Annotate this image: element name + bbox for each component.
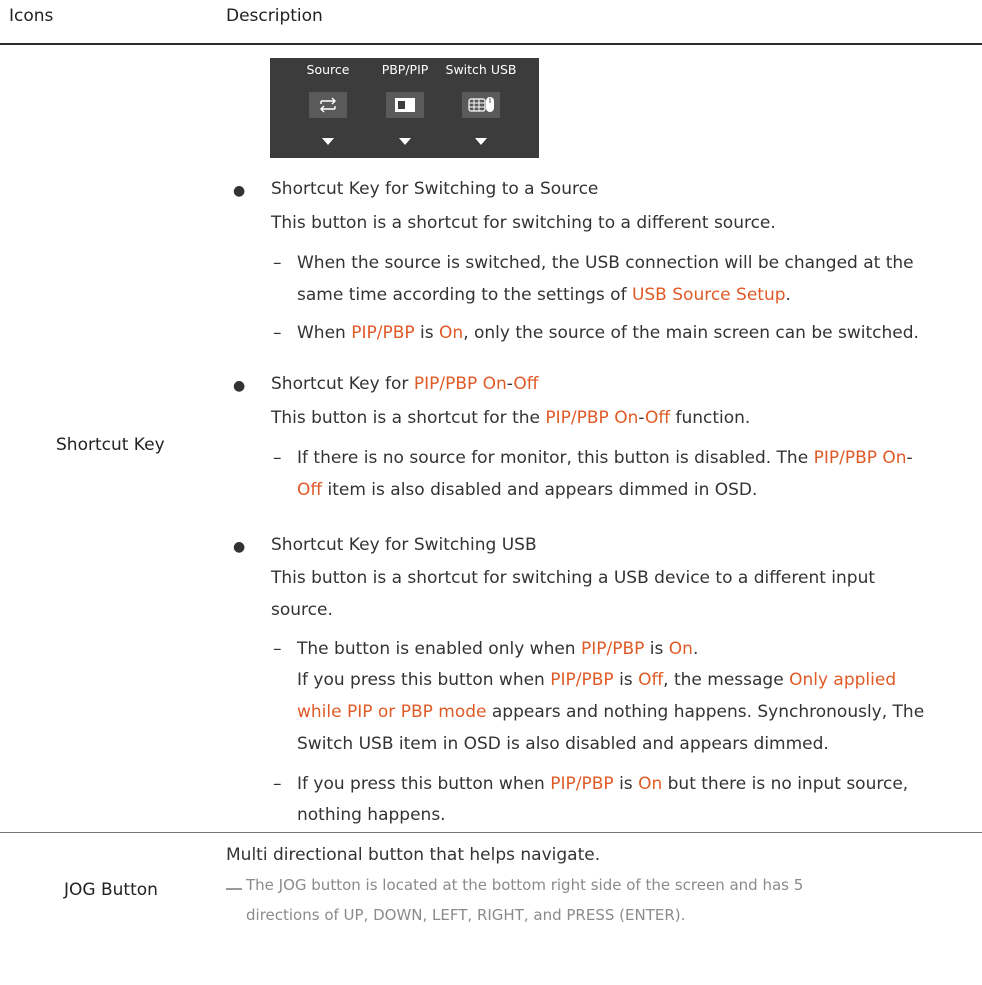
dash-icon: –: [273, 639, 282, 659]
column-header-description: Description: [226, 6, 323, 26]
bullet-description: This button is a shortcut for switching …: [271, 213, 776, 233]
note-line: Off item is also disabled and appears di…: [297, 480, 758, 500]
bullet-title: Shortcut Key for Switching USB: [271, 535, 537, 555]
column-header-icons: Icons: [9, 6, 54, 26]
osd-switch-usb-label: Switch USB: [445, 62, 517, 77]
note-line: nothing happens.: [297, 805, 446, 825]
note-line: Switch USB item in OSD is also disabled …: [297, 734, 829, 754]
note-line: When PIP/PBP is On, only the source of t…: [297, 323, 919, 343]
bullet-icon: ●: [233, 539, 246, 555]
bullet-title: Shortcut Key for Switching to a Source: [271, 179, 599, 199]
source-switch-icon: [309, 92, 347, 118]
row-label-jog-button: JOG Button: [64, 880, 158, 900]
switch-usb-icon: [462, 92, 500, 118]
jog-description: Multi directional button that helps navi…: [226, 845, 601, 865]
dash-icon: –: [273, 253, 282, 273]
note-line: If you press this button when PIP/PBP is…: [297, 774, 913, 794]
chevron-down-icon: [475, 138, 487, 145]
osd-shortcut-panel: Source PBP/PIP Switch USB: [270, 58, 539, 158]
row-divider: [0, 832, 982, 833]
bullet-description: This button is a shortcut for the PIP/PB…: [271, 408, 751, 428]
osd-switch-usb: Switch USB: [436, 58, 526, 158]
dash-icon: –: [273, 323, 282, 343]
note-line: If there is no source for monitor, this …: [297, 448, 913, 468]
bullet-icon: ●: [233, 183, 246, 199]
chevron-down-icon: [322, 138, 334, 145]
jog-note: The JOG button is located at the bottom …: [246, 876, 804, 894]
note-icon: [226, 888, 242, 890]
note-line: When the source is switched, the USB con…: [297, 253, 914, 273]
bullet-description: source.: [271, 600, 333, 620]
jog-note: directions of UP, DOWN, LEFT, RIGHT, and…: [246, 906, 686, 924]
header-rule: [0, 43, 982, 45]
note-line: same time according to the settings of U…: [297, 285, 791, 305]
bullet-description: This button is a shortcut for switching …: [271, 568, 876, 588]
highlight-term: USB Source Setup: [631, 285, 786, 305]
dash-icon: –: [273, 774, 282, 794]
pbp-pip-icon: [386, 92, 424, 118]
table-header: Icons Description: [0, 0, 982, 44]
note-line: The button is enabled only when PIP/PBP …: [297, 639, 699, 659]
bullet-title: Shortcut Key for PIP/PBP On-Off: [271, 374, 539, 394]
row-label-shortcut-key: Shortcut Key: [56, 435, 165, 455]
bullet-icon: ●: [233, 378, 246, 394]
note-line: while PIP or PBP mode appears and nothin…: [297, 702, 925, 722]
dash-icon: –: [273, 448, 282, 468]
note-line: If you press this button when PIP/PBP is…: [297, 670, 897, 690]
chevron-down-icon: [399, 138, 411, 145]
